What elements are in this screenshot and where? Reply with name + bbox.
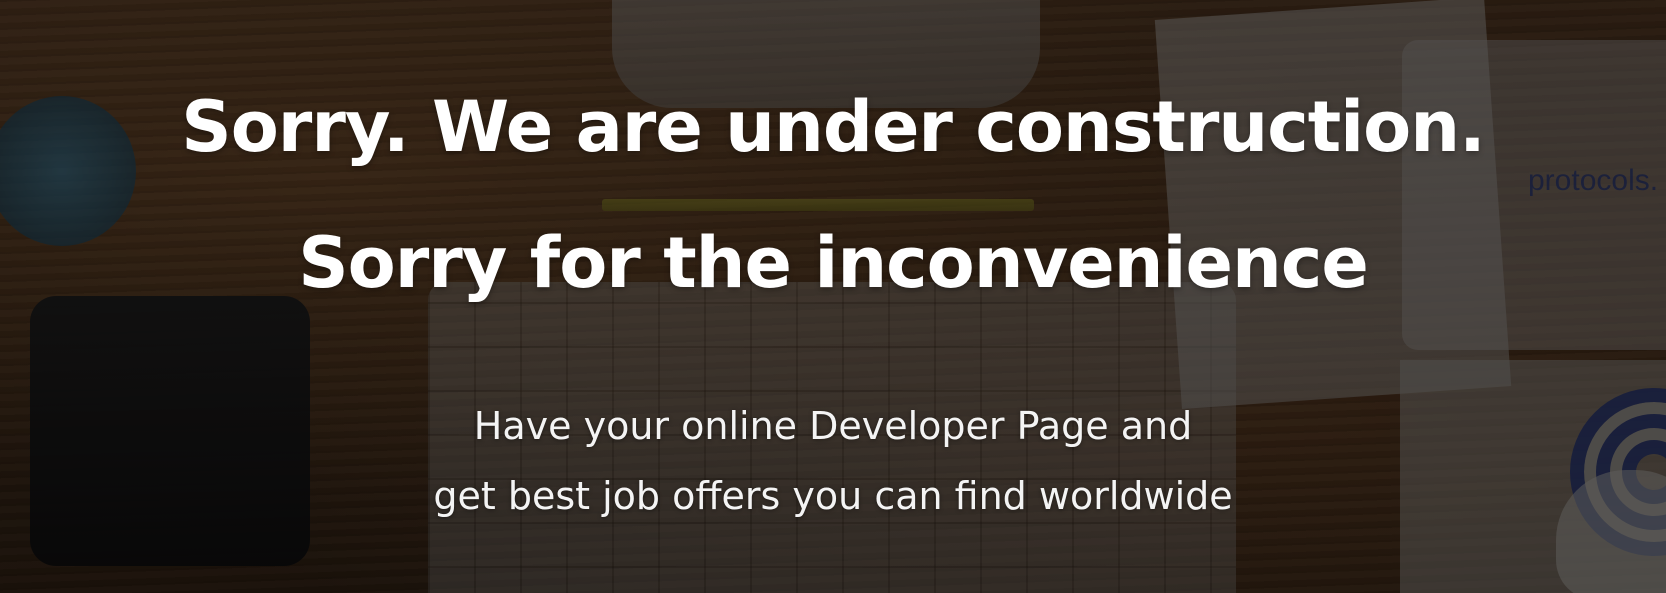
- subtext-line-2: get best job offers you can find worldwi…: [433, 474, 1233, 518]
- headline-line-2: Sorry for the inconvenience: [298, 222, 1369, 304]
- subtext-line-1: Have your online Developer Page and: [473, 404, 1193, 448]
- hero-content: Sorry. We are under construction. Sorry …: [0, 0, 1666, 593]
- hero-section: protocols. Sorry. We are under construct…: [0, 0, 1666, 593]
- headline-line-1: Sorry. We are under construction.: [181, 86, 1485, 168]
